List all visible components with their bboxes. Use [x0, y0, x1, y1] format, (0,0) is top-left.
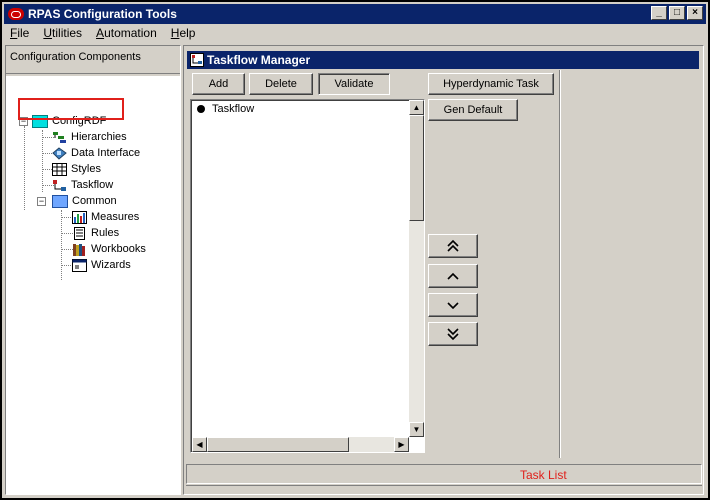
taskflow-highlight-box — [18, 98, 124, 120]
menu-file[interactable]: File — [2, 26, 35, 40]
tree-connector — [24, 126, 25, 210]
menu-automation[interactable]: Automation — [88, 26, 163, 40]
styles-grid-icon — [52, 162, 67, 176]
tree-item-rules[interactable]: Rules — [72, 225, 119, 241]
measures-chart-icon — [72, 210, 87, 224]
component-tree: − ConfigRDF Hierarchies Data Interface S… — [6, 76, 180, 494]
window-controls: _ □ × — [651, 6, 703, 20]
rules-document-icon — [72, 226, 87, 240]
panel-header: Configuration Components — [6, 46, 180, 74]
tree-connector — [61, 210, 62, 280]
wizards-window-icon — [72, 258, 87, 272]
title-bar[interactable]: RPAS Configuration Tools _ □ × — [4, 4, 706, 24]
data-interface-icon — [52, 146, 67, 160]
gen-default-button[interactable]: Gen Default — [428, 99, 518, 121]
taskflow-icon — [52, 179, 67, 192]
app-logo-icon — [8, 8, 24, 20]
taskflow-list[interactable]: Taskflow — [190, 99, 425, 453]
menu-utilities[interactable]: Utilities — [35, 26, 88, 40]
bottom-strip — [186, 485, 702, 493]
task-list-bar[interactable]: Task List — [186, 464, 702, 484]
move-up-icon[interactable] — [428, 264, 478, 288]
menu-help[interactable]: Help — [163, 26, 202, 40]
taskflow-manager-icon — [190, 53, 204, 67]
validate-button[interactable]: Validate — [318, 73, 390, 95]
scroll-left-icon[interactable]: ◀ — [192, 437, 207, 452]
window-title: RPAS Configuration Tools — [28, 7, 177, 21]
list-item[interactable]: Taskflow — [197, 103, 254, 115]
vertical-scrollbar[interactable]: ▲ ▼ — [409, 100, 424, 437]
tree-item-common[interactable]: Common — [52, 193, 117, 209]
hyperdynamic-task-button[interactable]: Hyperdynamic Task — [428, 73, 554, 95]
workbooks-books-icon — [72, 243, 87, 256]
menu-bar: File Utilities Automation Help — [2, 23, 201, 43]
panel-divider — [559, 70, 561, 458]
window-close-icon[interactable]: × — [687, 6, 703, 20]
move-down-icon[interactable] — [428, 293, 478, 317]
taskflow-manager-title: Taskflow Manager — [207, 53, 311, 67]
window-restore-icon[interactable]: □ — [669, 6, 685, 20]
move-top-icon[interactable] — [428, 234, 478, 258]
tree-item-measures[interactable]: Measures — [72, 209, 139, 225]
scroll-down-icon[interactable]: ▼ — [409, 422, 424, 437]
scroll-up-icon[interactable]: ▲ — [409, 100, 424, 115]
tree-item-taskflow[interactable]: Taskflow — [52, 177, 113, 193]
tree-connector — [42, 130, 43, 192]
tree-item-workbooks[interactable]: Workbooks — [72, 241, 146, 257]
tree-item-wizards[interactable]: Wizards — [72, 257, 131, 273]
add-button[interactable]: Add — [192, 73, 245, 95]
tree-item-hierarchies[interactable]: Hierarchies — [52, 129, 127, 145]
delete-button[interactable]: Delete — [249, 73, 313, 95]
taskflow-manager-title-bar: Taskflow Manager — [187, 51, 699, 69]
task-list-label: Task List — [520, 468, 567, 482]
hierarchy-icon — [52, 131, 67, 144]
scroll-right-icon[interactable]: ▶ — [394, 437, 409, 452]
move-bottom-icon[interactable] — [428, 322, 478, 346]
tree-item-data-interface[interactable]: Data Interface — [52, 145, 140, 161]
bullet-icon — [197, 105, 205, 113]
tree-item-styles[interactable]: Styles — [52, 161, 101, 177]
common-folder-icon — [52, 194, 68, 208]
window-minimize-icon[interactable]: _ — [651, 6, 667, 20]
tree-expander[interactable]: − — [37, 197, 46, 206]
horizontal-scrollbar[interactable]: ◀ ▶ — [192, 437, 409, 452]
scroll-thumb[interactable] — [207, 437, 349, 452]
scroll-thumb[interactable] — [409, 115, 424, 221]
